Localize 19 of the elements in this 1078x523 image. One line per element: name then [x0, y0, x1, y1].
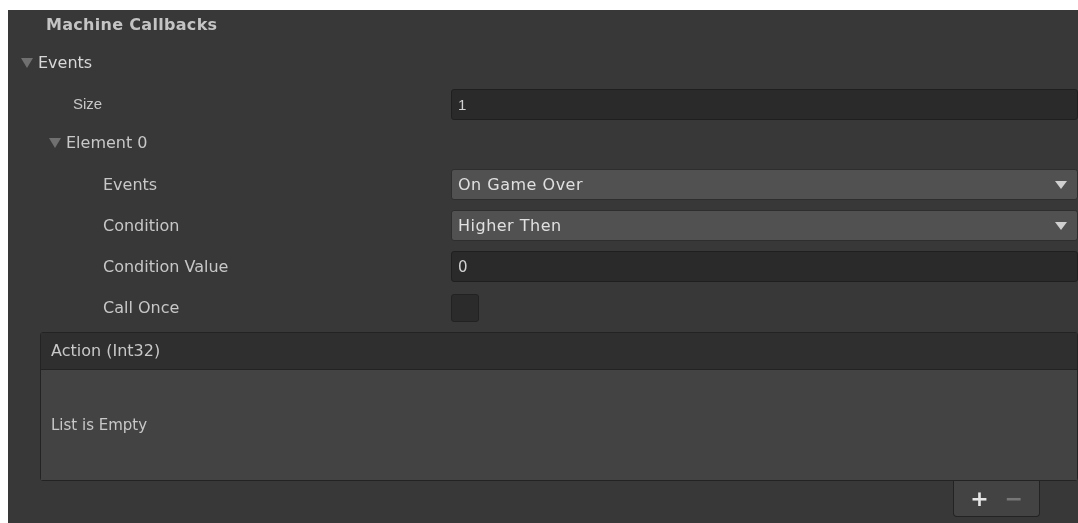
caret-icon	[1055, 221, 1067, 230]
dropdown[interactable]: Higher Then	[451, 210, 1078, 241]
dropdown[interactable]: On Game Over	[451, 169, 1078, 200]
size-field[interactable]: 1	[451, 88, 1078, 120]
field-label: Events	[103, 173, 158, 196]
empty-list-text: List is Empty	[51, 414, 148, 436]
number-field[interactable]: 0	[451, 251, 1078, 282]
foldout-arrow-icon[interactable]	[48, 137, 62, 149]
field-label: Size	[73, 93, 103, 114]
field-label: Condition	[103, 214, 180, 237]
caret-icon	[1055, 180, 1067, 189]
foldout-label[interactable]: Element 0	[66, 131, 148, 155]
list-header: Action (Int32)	[41, 333, 1077, 370]
add-button[interactable]: +	[964, 487, 995, 510]
section-title: Machine Callbacks	[45, 14, 219, 36]
foldout-arrow-icon[interactable]	[20, 57, 34, 69]
field-label: Condition Value	[103, 255, 229, 278]
field-label: Call Once	[103, 296, 180, 319]
foldout-label[interactable]: Events	[38, 51, 93, 75]
